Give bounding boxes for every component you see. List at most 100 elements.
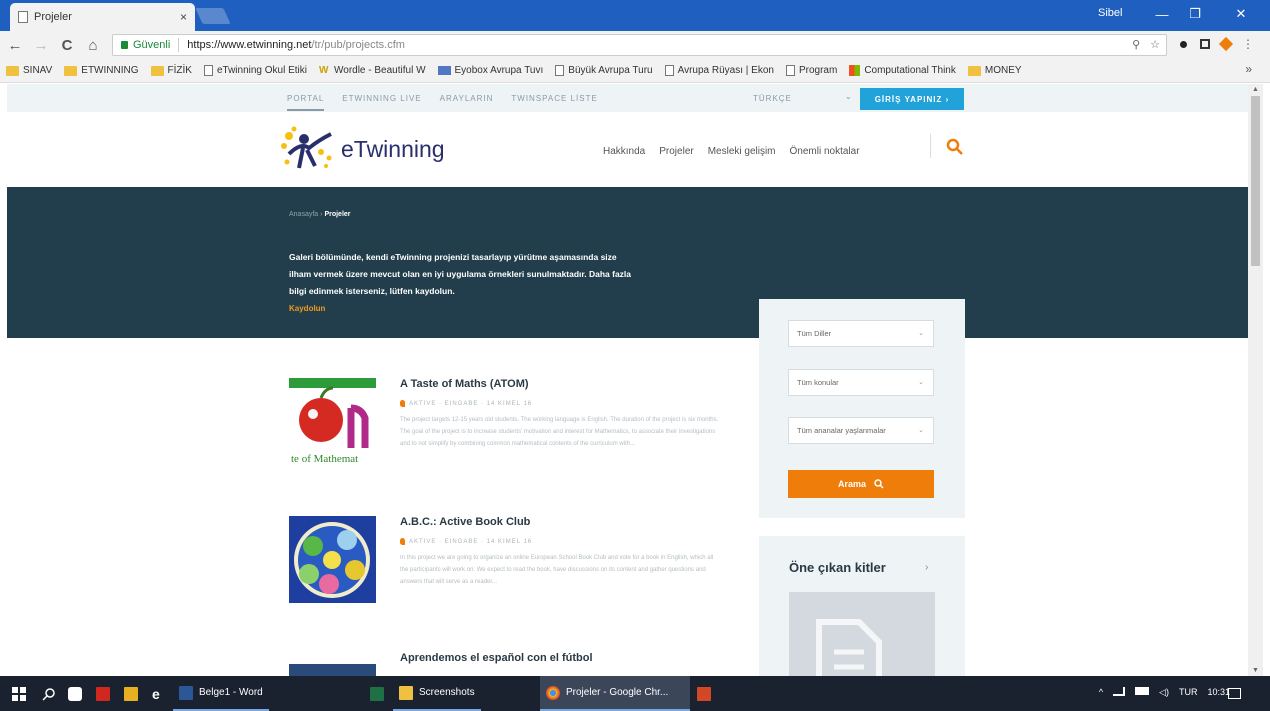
- extension-square-icon[interactable]: [1197, 36, 1213, 52]
- project-card[interactable]: A.B.C.: Active Book Club AKTIVE · EINGAB…: [289, 516, 729, 626]
- featured-kits-panel: Öne çıkan kitler ›: [759, 536, 965, 676]
- subject-filter-select[interactable]: Tüm konular ⌄: [788, 369, 934, 396]
- etwinning-logo[interactable]: eTwinning: [279, 126, 464, 172]
- network-icon[interactable]: [1113, 687, 1126, 696]
- project-meta: AKTIVE · EINGABE · 14 KIMEL 16: [400, 400, 532, 407]
- bookmark-item[interactable]: Program: [785, 65, 838, 76]
- scroll-up-icon[interactable]: ▲: [1252, 86, 1259, 93]
- project-meta-text: AKTIVE · EINGABE · 14 KIMEL 16: [409, 538, 533, 545]
- project-thumbnail-football[interactable]: [289, 664, 376, 676]
- top-link-twinspace[interactable]: TWINSPACE LİSTE: [511, 94, 597, 111]
- w-icon: W: [319, 65, 329, 76]
- excel-icon[interactable]: [370, 676, 384, 711]
- start-button[interactable]: [12, 676, 26, 711]
- volume-icon[interactable]: ◁): [1159, 687, 1169, 698]
- powerpoint-icon[interactable]: [697, 676, 711, 711]
- folder-icon: [399, 685, 413, 700]
- search-button[interactable]: Arama: [788, 470, 934, 498]
- zoom-icon[interactable]: ⚲: [1132, 38, 1140, 51]
- taskbar-chrome[interactable]: Projeler - Google Chr...: [540, 676, 690, 711]
- doc-icon: [664, 65, 674, 76]
- project-card[interactable]: te of Mathemat A Taste of Maths (ATOM) A…: [289, 378, 729, 488]
- register-link[interactable]: Kaydolun: [289, 304, 325, 313]
- bookmark-item[interactable]: ETWINNING: [64, 65, 139, 76]
- bookmark-label: Avrupa Rüyası | Ekon: [677, 65, 774, 76]
- menu-icon[interactable]: ⋮: [1240, 36, 1256, 52]
- tray-language[interactable]: TUR: [1179, 687, 1198, 698]
- bookmark-label: eTwinning Okul Etiki: [216, 65, 307, 76]
- notifications-icon[interactable]: [1228, 676, 1241, 711]
- top-link-portal[interactable]: PORTAL: [287, 94, 325, 111]
- home-button[interactable]: ⌂: [82, 34, 104, 56]
- bookmark-item[interactable]: MONEY: [967, 65, 1022, 76]
- taskbar-screenshots[interactable]: Screenshots: [393, 676, 481, 711]
- page-scrollbar[interactable]: ▲ ▼: [1248, 84, 1263, 676]
- minimize-button[interactable]: —: [1147, 3, 1177, 25]
- nav-professional-development[interactable]: Mesleki gelişim: [708, 146, 776, 157]
- profile-name[interactable]: Sibel: [1098, 7, 1122, 19]
- chevron-down-icon: ⌄: [845, 92, 852, 101]
- bookmarks-more-icon[interactable]: »: [1245, 62, 1252, 76]
- language-select[interactable]: TÜRKÇE: [753, 94, 792, 103]
- project-title[interactable]: A Taste of Maths (ATOM): [400, 378, 529, 390]
- bookmark-item[interactable]: Computational Think: [849, 65, 956, 76]
- battery-icon[interactable]: [1135, 687, 1150, 695]
- nav-projects[interactable]: Projeler: [659, 146, 693, 157]
- tab-title: Projeler: [34, 11, 72, 23]
- back-button[interactable]: ←: [4, 34, 26, 56]
- bookmark-item[interactable]: SINAV: [6, 65, 52, 76]
- app-icon[interactable]: [124, 676, 138, 711]
- address-bar[interactable]: Güvenli https://www.etwinning.net /tr/pu…: [112, 34, 1167, 56]
- bookmark-item[interactable]: Avrupa Rüyası | Ekon: [664, 65, 774, 76]
- browser-tab[interactable]: Projeler ×: [10, 3, 195, 31]
- bookmark-item[interactable]: Büyük Avrupa Turu: [555, 65, 653, 76]
- bookmark-item[interactable]: Eyobox Avrupa Tuvı: [437, 65, 543, 76]
- search-icon[interactable]: [946, 138, 964, 156]
- forward-button[interactable]: →: [30, 34, 52, 56]
- new-tab-button[interactable]: [195, 8, 231, 24]
- project-description: In this project we are going to organize…: [400, 555, 714, 585]
- store-icon[interactable]: [68, 676, 82, 711]
- project-thumbnail-atom[interactable]: te of Mathemat: [289, 378, 376, 465]
- taskbar-word-label: Belge1 - Word: [199, 687, 263, 698]
- login-button[interactable]: GİRİŞ YAPINIZ ›: [860, 88, 964, 110]
- scroll-down-icon[interactable]: ▼: [1252, 667, 1259, 674]
- url-path: /tr/pub/projects.cfm: [311, 39, 405, 51]
- language-filter-select[interactable]: Tüm Diller ⌄: [788, 320, 934, 347]
- age-filter-select[interactable]: Tüm ananalar yaşlanmalar ⌄: [788, 417, 934, 444]
- nav-about[interactable]: Hakkında: [603, 146, 645, 157]
- extension-dot-icon[interactable]: [1175, 36, 1191, 52]
- filter-panel: Tüm Diller ⌄ Tüm konular ⌄ Tüm ananalar …: [759, 299, 965, 518]
- taskbar-screenshots-label: Screenshots: [419, 687, 475, 698]
- bookmark-item[interactable]: W Wordle - Beautiful W: [319, 65, 426, 76]
- project-thumbnail-abc[interactable]: [289, 516, 376, 603]
- tab-close-icon[interactable]: ×: [180, 10, 187, 24]
- nav-highlights[interactable]: Önemli noktalar: [790, 146, 860, 157]
- top-link-3[interactable]: ARAYLARIN: [440, 94, 494, 111]
- edge-icon[interactable]: e: [152, 676, 160, 711]
- windows-logo-icon: [12, 686, 26, 701]
- top-link-live[interactable]: ETWINNING LIVE: [342, 94, 421, 111]
- search-icon[interactable]: [42, 676, 56, 711]
- tray-clock[interactable]: 10:31: [1207, 687, 1230, 698]
- bookmark-star-icon[interactable]: ☆: [1150, 38, 1160, 51]
- top-utility-bar: PORTAL ETWINNING LIVE ARAYLARIN TWINSPAC…: [7, 84, 1248, 112]
- project-title[interactable]: Aprendemos el español con el fútbol: [400, 652, 593, 664]
- bookmark-item[interactable]: FİZİK: [150, 65, 192, 76]
- acrobat-icon[interactable]: [96, 676, 110, 711]
- close-window-button[interactable]: ✕: [1226, 3, 1256, 25]
- tray-arrow-icon[interactable]: ^: [1099, 687, 1103, 698]
- maximize-button[interactable]: ❐: [1180, 3, 1210, 25]
- chevron-right-icon[interactable]: ›: [925, 562, 928, 573]
- extension-key-icon[interactable]: [1218, 36, 1234, 52]
- reload-button[interactable]: C: [56, 34, 78, 56]
- project-card[interactable]: Aprendemos el español con el fútbol: [289, 652, 729, 676]
- breadcrumb-home[interactable]: Anasayfa: [289, 211, 318, 218]
- omnibox-actions: ⚲ ☆: [1132, 38, 1160, 51]
- taskbar-word[interactable]: Belge1 - Word: [173, 676, 269, 711]
- bookmark-item[interactable]: eTwinning Okul Etiki: [203, 65, 307, 76]
- bookmark-label: Program: [798, 65, 838, 76]
- kit-image[interactable]: [789, 592, 935, 676]
- scrollbar-thumb[interactable]: [1251, 96, 1260, 266]
- project-title[interactable]: A.B.C.: Active Book Club: [400, 516, 530, 528]
